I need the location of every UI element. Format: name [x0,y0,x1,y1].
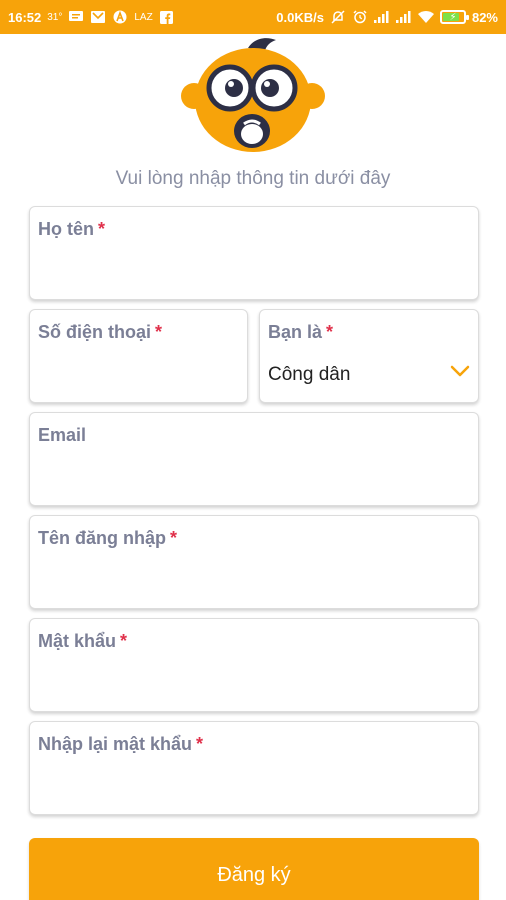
gmail-icon [90,9,106,25]
wifi-icon [417,9,434,25]
alarm-icon [352,9,368,25]
confirm-password-field[interactable]: Nhập lại mật khẩu * [29,721,479,815]
charging-bolt-icon: ⚡ [449,11,457,23]
role-select[interactable]: Bạn là * Công dân [259,309,479,403]
status-battery-percent: 82% [471,9,498,25]
signal-icon-2 [395,9,412,25]
chevron-down-icon[interactable] [450,364,470,378]
register-button[interactable]: Đăng ký [29,838,479,900]
mute-icon [330,9,346,25]
status-bar: 16:52 31° LAZ 0.0KB/s ⚡ 82% [0,0,506,34]
message-icon [68,9,84,25]
phone-label-text: Số điện thoại [38,322,152,342]
monkey-logo [180,34,326,154]
full-name-label: Họ tên * [38,219,105,240]
username-label-text: Tên đăng nhập [38,528,166,548]
role-label-text: Bạn là [268,322,323,342]
password-label-text: Mật khẩu [38,631,117,651]
battery-icon: ⚡ [439,10,469,24]
status-temperature: 31° [47,11,63,23]
role-selected-value: Công dân [268,364,351,385]
role-label: Bạn là * [268,322,333,343]
form-subtitle: Vui lòng nhập thông tin dưới đây [115,168,391,189]
required-asterisk: * [170,528,178,548]
status-carrier-tag: LAZ [134,11,153,23]
username-field[interactable]: Tên đăng nhập * [29,515,479,609]
username-label: Tên đăng nhập * [38,528,177,549]
confirm-password-label: Nhập lại mật khẩu * [38,734,203,755]
password-label: Mật khẩu * [38,631,127,652]
facebook-icon [159,9,175,25]
password-field[interactable]: Mật khẩu * [29,618,479,712]
email-label: Email [38,425,87,445]
app-a-icon [112,9,128,25]
phone-field[interactable]: Số điện thoại * [29,309,248,403]
status-left: 16:52 31° LAZ [8,9,175,25]
required-asterisk: * [326,322,334,342]
confirm-password-label-text: Nhập lại mật khẩu [38,734,193,754]
full-name-label-text: Họ tên [38,219,94,239]
status-right: 0.0KB/s ⚡ 82% [276,9,498,25]
required-asterisk: * [120,631,128,651]
status-time: 16:52 [8,9,42,25]
full-name-field[interactable]: Họ tên * [29,206,479,300]
status-net-speed: 0.0KB/s [276,9,324,25]
required-asterisk: * [98,219,106,239]
email-field[interactable]: Email [29,412,479,506]
required-asterisk: * [196,734,204,754]
phone-label: Số điện thoại * [38,322,162,343]
required-asterisk: * [155,322,163,342]
signal-icon-1 [373,9,390,25]
